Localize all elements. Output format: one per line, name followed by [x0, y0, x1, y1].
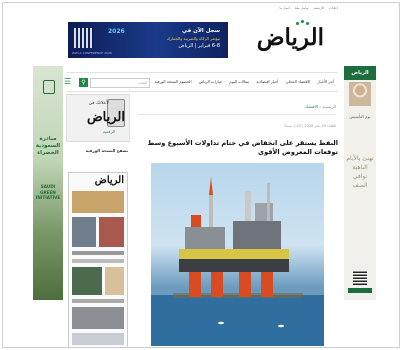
ad-line1: سجل الآن في: [182, 28, 220, 34]
nav-menu: أخر الأخبار الاقتصاد المحلي أخبار اقتصاد…: [149, 73, 334, 91]
left-side-ad[interactable]: مبادرة السعودية الخضراء SAUDI GREEN INIT…: [33, 66, 63, 300]
paper-image: [72, 191, 124, 213]
paper-image: [72, 217, 96, 247]
paper-image: [72, 267, 102, 295]
article-photo[interactable]: [151, 163, 324, 346]
main-navigation: ☰ ⚲ البحث أخر الأخبار الاقتصاد المحلي أخ…: [64, 72, 338, 92]
ad-line3: 6-8 فبراير | الرياض: [178, 43, 220, 49]
search-icon[interactable]: ⚲: [79, 78, 88, 87]
paper-masthead: الرياض: [94, 175, 124, 186]
article-meta: الثلاثاء 20 يناير 2026 | 1:23 مساءً: [284, 124, 336, 128]
nav-item[interactable]: خيارات الرياض: [199, 79, 222, 84]
promo-text: لأعلانك في: [88, 101, 109, 106]
promo-subtext: الرقمية: [102, 129, 115, 134]
nav-item[interactable]: أخر الأخبار: [318, 79, 334, 84]
nav-item[interactable]: أخبار اقتصادية: [256, 79, 278, 84]
promo-box[interactable]: لأعلانك في الرياض الرقمية: [66, 94, 130, 142]
topbar-link[interactable]: إعلانات: [329, 5, 338, 11]
nav-item[interactable]: الخصوم النسخة الورقية: [155, 79, 192, 84]
left-ad-arabic: مبادرة السعودية الخضراء: [35, 136, 61, 156]
nav-item[interactable]: الاقتصاد المحلي: [286, 79, 311, 84]
paper-image: [72, 307, 124, 329]
left-ad-english: SAUDI GREEN INITIATIVE: [35, 184, 61, 200]
paper-text-line: [72, 299, 124, 303]
site-logo[interactable]: الرياض: [252, 20, 324, 60]
portrait-image: [349, 82, 371, 106]
article-headline: النفط يستقر على انخفاض في ختام تداولات ا…: [147, 139, 338, 156]
right-ad-caption: يوم التأسيس: [349, 114, 371, 119]
top-ad-banner[interactable]: 2026 سجل الآن في مؤتمر الزكاة والضريبة و…: [68, 22, 228, 58]
logo-dot-icon: [296, 22, 299, 25]
paper-text-line: [72, 259, 124, 263]
ad-year: 2026: [108, 28, 125, 35]
menu-icon[interactable]: ☰: [64, 77, 74, 87]
ad-qr-icon: [74, 28, 94, 48]
paper-image: [72, 333, 124, 345]
paper-image: [105, 267, 124, 295]
qr-code-icon: [353, 271, 367, 285]
oil-platform-image: [151, 177, 324, 346]
emblem-icon: [43, 80, 55, 94]
right-ad-header: الرياض: [344, 66, 376, 80]
ad-line4: ZATCA CONFERENCE 2026: [72, 51, 112, 55]
paper-image: [99, 217, 124, 247]
paper-text-line: [72, 251, 124, 255]
logo-text: الرياض: [256, 24, 324, 51]
search-input[interactable]: البحث: [90, 78, 150, 88]
top-utility-bar: إعلانات الأرشيف تواصل معنا اتصل بنا: [66, 5, 338, 11]
print-edition-thumbnail[interactable]: الرياض: [68, 172, 128, 348]
right-ad-text: تهنئ بالأيام الباهية نوافي الصف: [346, 155, 374, 189]
promo-logo: الرياض: [86, 110, 125, 125]
left-sidebar: لأعلانك في الرياض الرقمية تصفح النسخة ال…: [66, 94, 130, 348]
topbar-link[interactable]: اتصل بنا: [280, 5, 290, 11]
topbar-link[interactable]: الأرشيف: [314, 5, 325, 11]
right-ad-footer-bar: [348, 288, 372, 293]
breadcrumb: الرئيسية › الاقتصاد: [138, 104, 336, 115]
breadcrumb-current[interactable]: الاقتصاد: [305, 104, 318, 109]
ad-line2: مؤتمر الزكاة والضريبة والجمارك: [166, 36, 220, 41]
logo-dot-icon: [306, 22, 309, 25]
right-side-ad[interactable]: الرياض يوم التأسيس تهنئ بالأيام الباهية …: [344, 66, 376, 300]
print-edition-label[interactable]: تصفح النسخة الورقية: [86, 148, 128, 153]
breadcrumb-home[interactable]: الرئيسية: [322, 104, 336, 109]
nav-item[interactable]: مقالات اليوم: [229, 79, 249, 84]
logo-dot-icon: [301, 20, 304, 23]
topbar-link[interactable]: تواصل معنا: [295, 5, 309, 11]
